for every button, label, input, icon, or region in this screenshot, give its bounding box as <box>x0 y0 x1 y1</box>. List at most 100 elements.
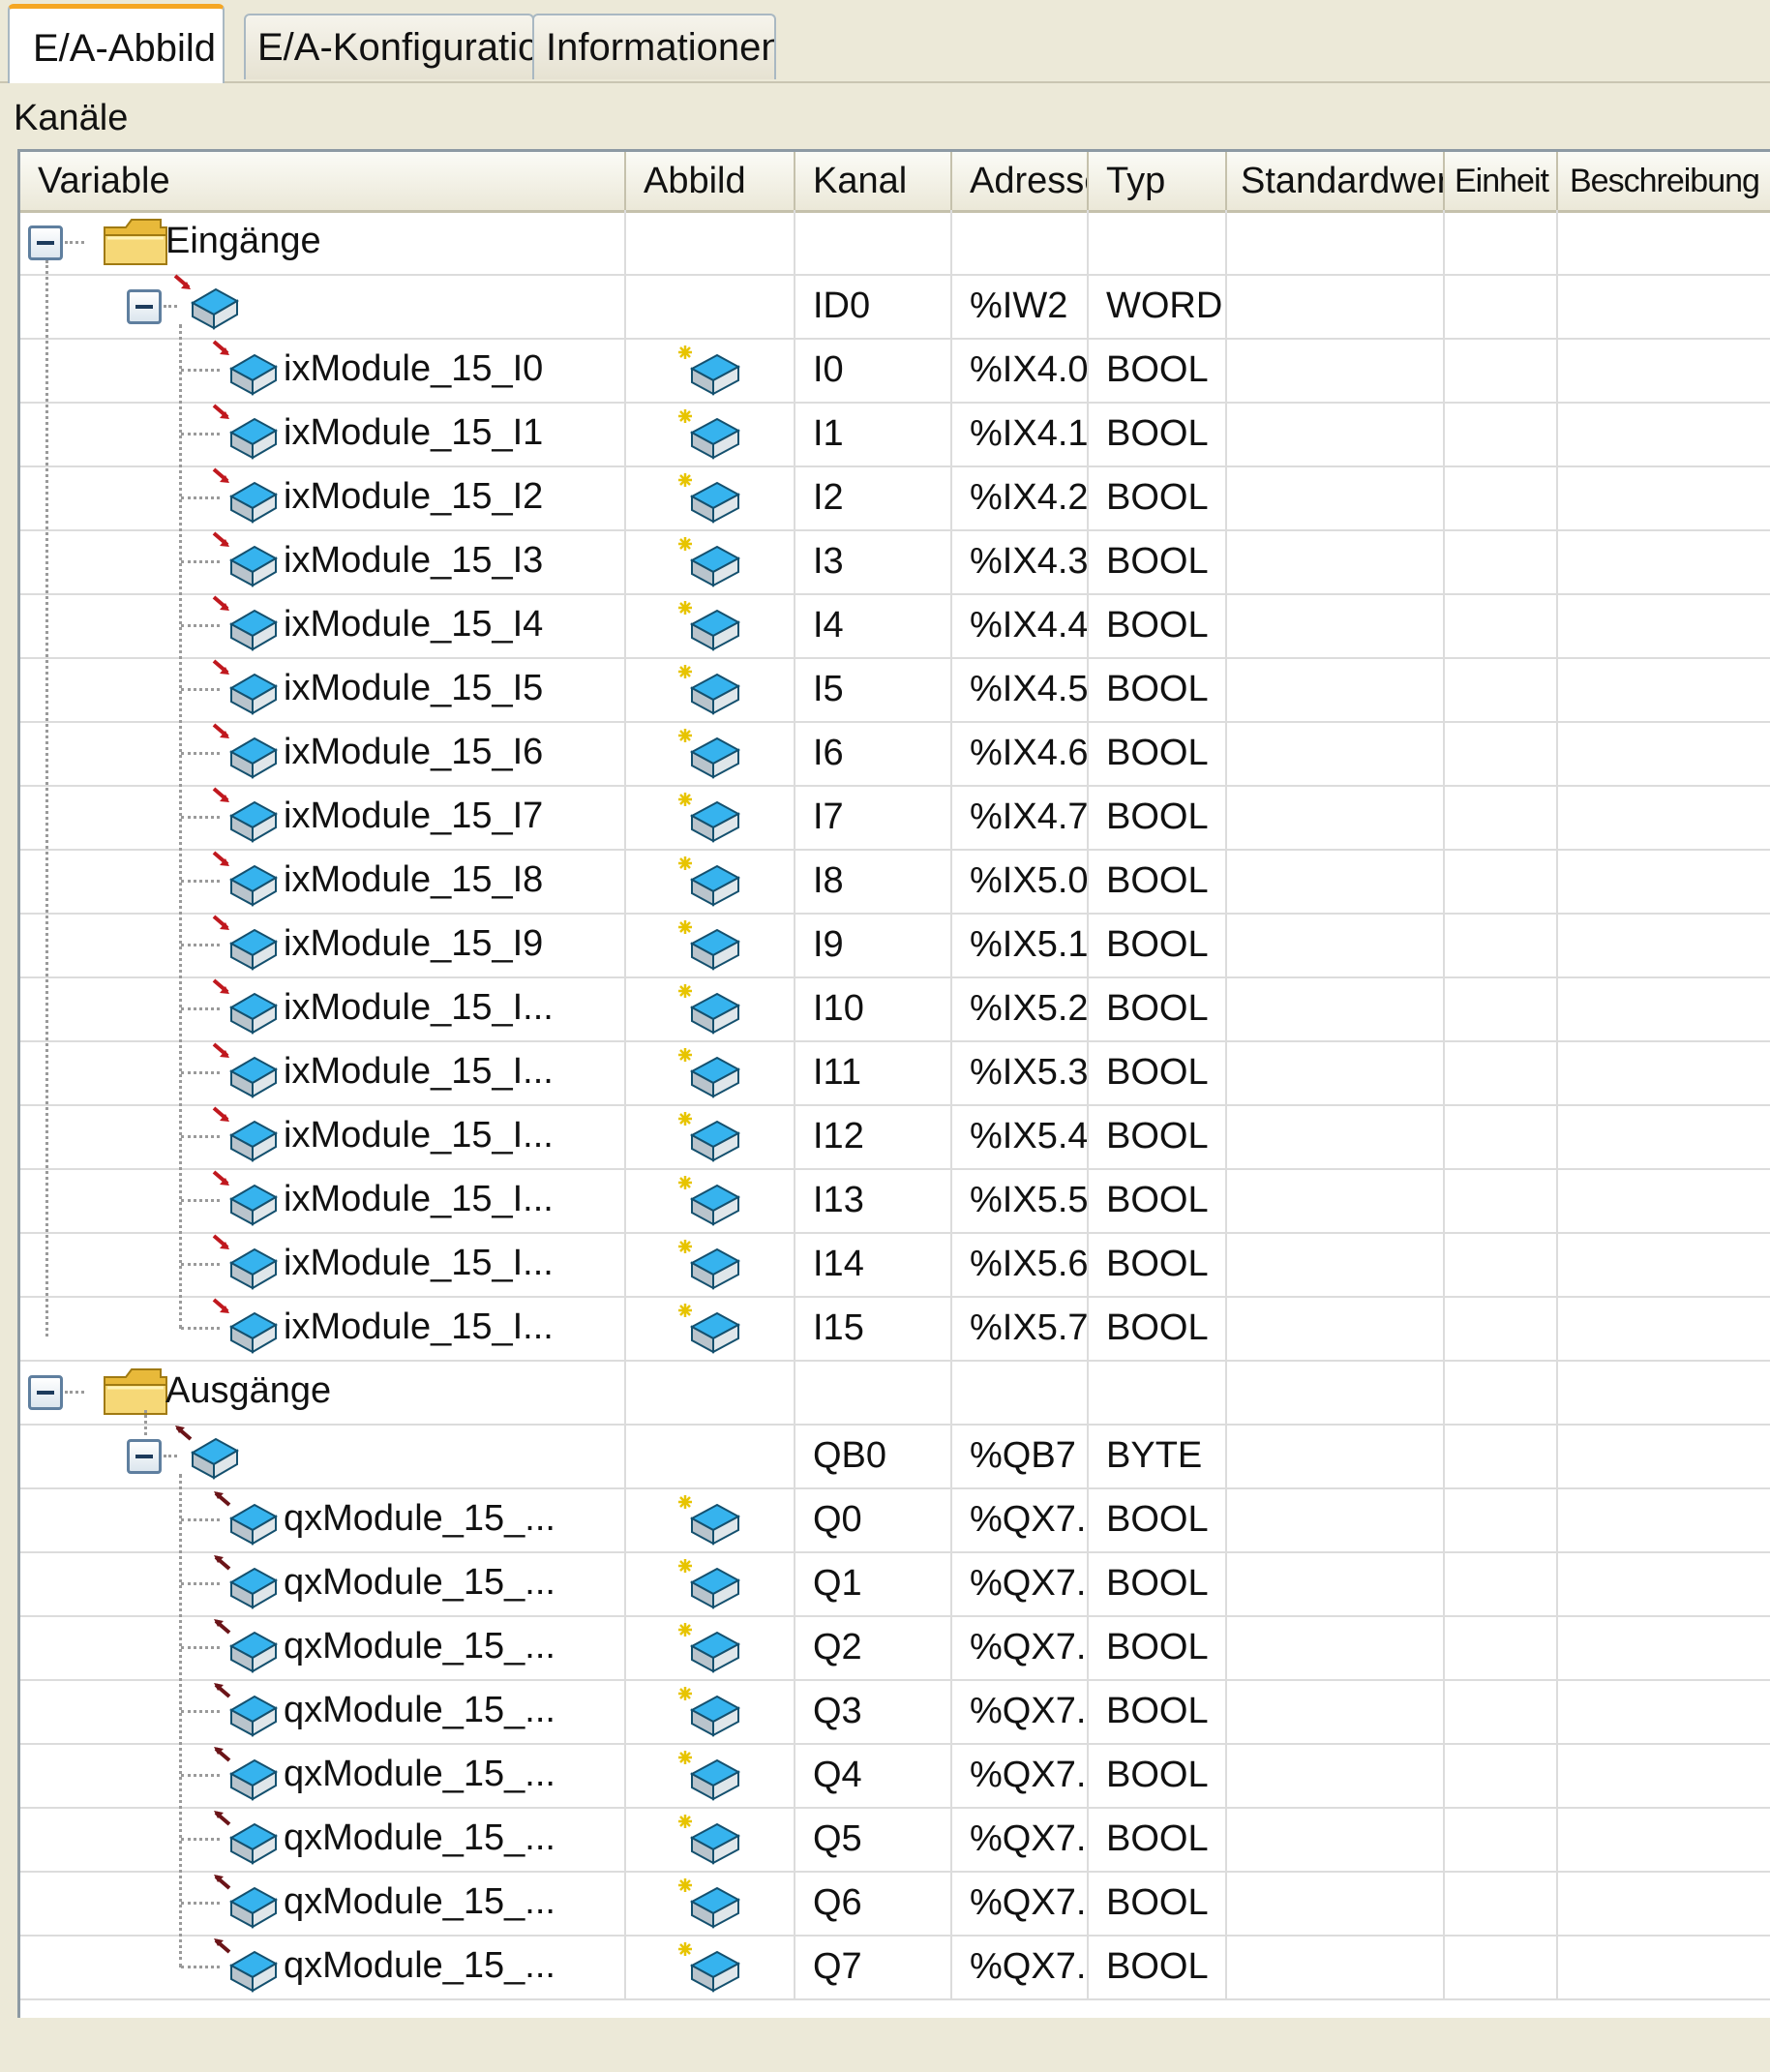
inputs-channel-row[interactable]: ixModule_15_I... I10 %IX5.2 BOOL <box>20 976 1770 1042</box>
inputs-channel-row[interactable]: ixModule_15_I1 I1 %IX4.1 BOOL <box>20 402 1770 467</box>
collapse-icon[interactable] <box>28 225 63 260</box>
column-header-variable[interactable]: Variable <box>20 152 626 210</box>
mapping-icon[interactable] <box>675 1555 744 1609</box>
channel-variable-name[interactable]: ixModule_15_I1 <box>284 404 543 462</box>
inputs-channel-row[interactable]: ixModule_15_I... I15 %IX5.7 BOOL <box>20 1296 1770 1362</box>
inputs-channel-row[interactable]: ixModule_15_I2 I2 %IX4.2 BOOL <box>20 465 1770 531</box>
channel-variable-name[interactable]: qxModule_15_... <box>284 1745 555 1803</box>
mapping-icon[interactable] <box>675 1811 744 1865</box>
outputs-channel-row[interactable]: qxModule_15_... Q1%QX7.1BOOL <box>20 1551 1770 1617</box>
channel-variable-name[interactable]: qxModule_15_... <box>284 1681 555 1739</box>
outputs-channel-row[interactable]: qxModule_15_... Q0%QX7.0BOOL <box>20 1487 1770 1553</box>
channel-variable-name[interactable]: qxModule_15_... <box>284 1553 555 1611</box>
inputs-channel-row[interactable]: ixModule_15_I... I11 %IX5.3 BOOL <box>20 1040 1770 1106</box>
channel-variable-name[interactable]: ixModule_15_I6 <box>284 723 543 781</box>
inputs-channel-row[interactable]: ixModule_15_I9 I9 %IX5.1 BOOL <box>20 913 1770 978</box>
standardwert-cell <box>1227 274 1445 338</box>
inputs-channel-row[interactable]: ixModule_15_I... I12 %IX5.4 BOOL <box>20 1104 1770 1170</box>
collapse-icon[interactable] <box>28 1375 63 1410</box>
variable-cell: ixModule_15_I4 <box>20 593 626 657</box>
inputs-channel-row[interactable]: ixModule_15_I5 I5 %IX4.5 BOOL <box>20 657 1770 723</box>
inputs-channel-row[interactable]: ixModule_15_I6 I6 %IX4.6 BOOL <box>20 721 1770 787</box>
mapping-icon[interactable] <box>675 533 744 587</box>
mapping-icon[interactable] <box>675 980 744 1035</box>
collapse-icon[interactable] <box>127 1439 162 1474</box>
channel-variable-name[interactable]: ixModule_15_I... <box>284 1234 554 1292</box>
channel-variable-name[interactable]: ixModule_15_I0 <box>284 340 543 398</box>
column-header-kanal[interactable]: Kanal <box>795 152 952 210</box>
tab-ea-konfiguration[interactable]: E/A-Konfiguration <box>244 14 534 79</box>
mapping-icon[interactable] <box>675 1938 744 1993</box>
mapping-icon[interactable] <box>675 342 744 396</box>
mapping-icon[interactable] <box>675 1172 744 1226</box>
collapse-icon[interactable] <box>127 289 162 324</box>
mapping-icon[interactable] <box>675 661 744 715</box>
channel-variable-name[interactable]: qxModule_15_... <box>284 1873 555 1931</box>
channel-variable-name[interactable]: ixModule_15_I... <box>284 1042 554 1100</box>
mapping-icon[interactable] <box>675 789 744 843</box>
inputs-channel-row[interactable]: ixModule_15_I8 I8 %IX5.0 BOOL <box>20 849 1770 915</box>
tab-informationen[interactable]: Informationen <box>532 14 776 79</box>
typ-cell: BOOL <box>1089 913 1227 976</box>
mapping-icon[interactable] <box>675 1875 744 1929</box>
channel-variable-name[interactable]: qxModule_15_... <box>284 1617 555 1675</box>
outputs-channel-row[interactable]: qxModule_15_... Q2%QX7.2BOOL <box>20 1615 1770 1681</box>
mapping-icon[interactable] <box>675 853 744 907</box>
channel-variable-name[interactable]: ixModule_15_I2 <box>284 467 543 526</box>
inputs-channel-row[interactable]: ixModule_15_I... I13 %IX5.5 BOOL <box>20 1168 1770 1234</box>
channel-variable-name[interactable]: qxModule_15_... <box>284 1937 555 1995</box>
outputs-group-row[interactable]: QB0 %QB7 BYTE <box>20 1424 1770 1489</box>
column-header-standardwert[interactable]: Standardwert <box>1227 152 1445 210</box>
outputs-channel-row[interactable]: qxModule_15_... Q4%QX7.4BOOL <box>20 1743 1770 1809</box>
mapping-icon[interactable] <box>675 725 744 779</box>
column-header-typ[interactable]: Typ <box>1089 152 1227 210</box>
channel-variable-name[interactable]: ixModule_15_I... <box>284 1298 554 1356</box>
mapping-icon[interactable] <box>675 597 744 651</box>
mapping-icon[interactable] <box>675 405 744 460</box>
outputs-folder-row[interactable]: Ausgänge <box>20 1360 1770 1426</box>
column-header-abbild[interactable]: Abbild <box>626 152 795 210</box>
mapping-icon[interactable] <box>675 1300 744 1354</box>
inputs-group-row[interactable]: ID0 %IW2 WORD <box>20 274 1770 340</box>
abbild-cell <box>626 210 795 274</box>
column-header-beschreibung[interactable]: Beschreibung <box>1558 152 1770 210</box>
inputs-channel-row[interactable]: ixModule_15_I7 I7 %IX4.7 BOOL <box>20 785 1770 851</box>
channel-variable-name[interactable]: qxModule_15_... <box>284 1489 555 1547</box>
channel-table[interactable]: Variable Abbild Kanal Adresse Typ Standa… <box>17 149 1770 2018</box>
inputs-channel-row[interactable]: ixModule_15_I0 I0 %IX4.0 BOOL <box>20 338 1770 404</box>
mapping-icon[interactable] <box>675 1747 744 1801</box>
outputs-channel-row[interactable]: qxModule_15_... Q5%QX7.5BOOL <box>20 1807 1770 1873</box>
tab-ea-abbild[interactable]: E/A-Abbild <box>8 4 225 83</box>
standardwert-cell <box>1227 1551 1445 1615</box>
channel-variable-name[interactable]: ixModule_15_I... <box>284 1170 554 1228</box>
channel-variable-name[interactable]: ixModule_15_I... <box>284 978 554 1036</box>
mapping-icon[interactable] <box>675 1108 744 1162</box>
channel-variable-name[interactable]: ixModule_15_I8 <box>284 851 543 909</box>
mapping-icon[interactable] <box>675 1619 744 1673</box>
mapping-icon[interactable] <box>675 1044 744 1098</box>
mapping-icon[interactable] <box>675 1236 744 1290</box>
channel-variable-name[interactable]: ixModule_15_I4 <box>284 595 543 653</box>
beschreibung-cell <box>1558 1615 1770 1679</box>
outputs-channel-row[interactable]: qxModule_15_... Q3%QX7.3BOOL <box>20 1679 1770 1745</box>
inputs-folder-row[interactable]: Eingänge <box>20 210 1770 276</box>
mapping-icon[interactable] <box>675 1683 744 1737</box>
inputs-channel-row[interactable]: ixModule_15_I3 I3 %IX4.3 BOOL <box>20 529 1770 595</box>
inputs-channel-row[interactable]: ixModule_15_I... I14 %IX5.6 BOOL <box>20 1232 1770 1298</box>
channel-variable-name[interactable]: ixModule_15_I3 <box>284 531 543 589</box>
mapping-icon[interactable] <box>675 1491 744 1546</box>
column-header-einheit[interactable]: Einheit <box>1445 152 1558 210</box>
inputs-channel-row[interactable]: ixModule_15_I4 I4 %IX4.4 BOOL <box>20 593 1770 659</box>
channel-variable-name[interactable]: qxModule_15_... <box>284 1809 555 1867</box>
beschreibung-cell <box>1558 210 1770 274</box>
typ-cell: BOOL <box>1089 721 1227 785</box>
column-header-adresse[interactable]: Adresse <box>952 152 1089 210</box>
channel-variable-name[interactable]: ixModule_15_I... <box>284 1106 554 1164</box>
channel-variable-name[interactable]: ixModule_15_I5 <box>284 659 543 717</box>
outputs-channel-row[interactable]: qxModule_15_... Q6%QX7.6BOOL <box>20 1871 1770 1937</box>
outputs-channel-row[interactable]: qxModule_15_... Q7%QX7.7BOOL <box>20 1935 1770 2000</box>
mapping-icon[interactable] <box>675 916 744 971</box>
mapping-icon[interactable] <box>675 469 744 524</box>
channel-variable-name[interactable]: ixModule_15_I7 <box>284 787 543 845</box>
channel-variable-name[interactable]: ixModule_15_I9 <box>284 915 543 973</box>
